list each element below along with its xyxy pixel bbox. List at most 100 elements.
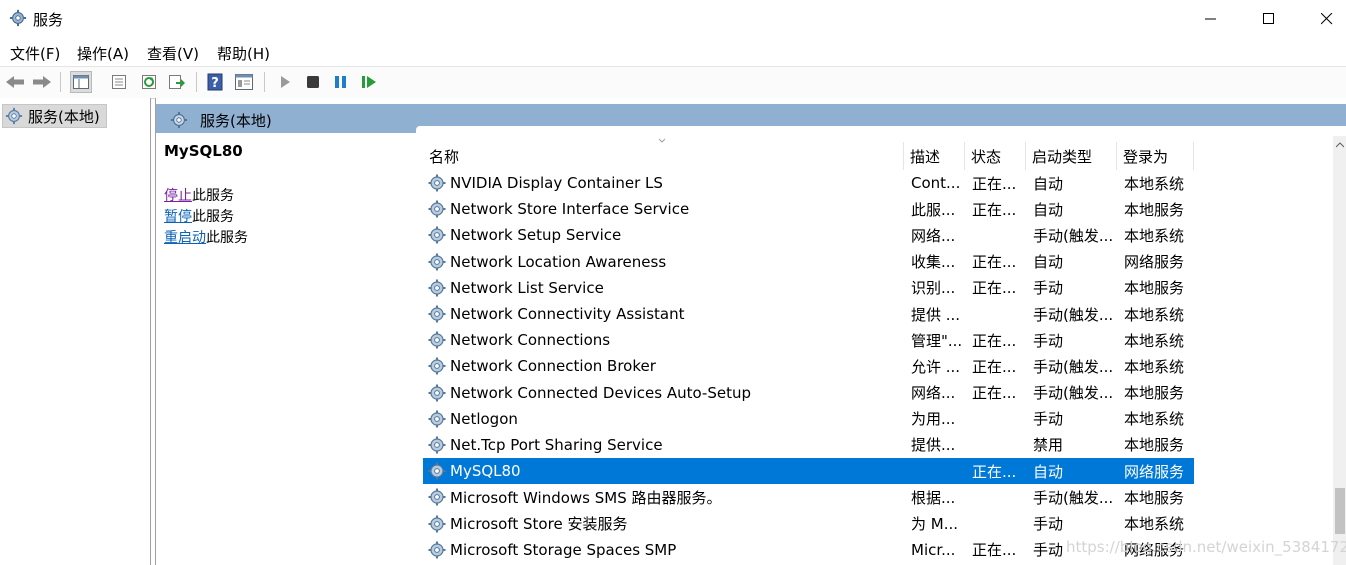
back-button[interactable] <box>4 71 26 93</box>
service-row[interactable]: Network Connections 管理"... 正在... 手动 本地系统 <box>423 327 1194 353</box>
service-row[interactable]: Netlogon 为用... 手动 本地系统 <box>423 406 1194 432</box>
service-description: 管理"... <box>911 331 963 350</box>
column-header-name[interactable]: 名称 <box>423 142 904 170</box>
service-gear-icon <box>427 380 449 406</box>
properties-button[interactable] <box>108 71 130 93</box>
service-row[interactable]: Network Store Interface Service 此服... 正在..… <box>423 196 1194 222</box>
menu-help[interactable]: 帮助(H) <box>217 43 270 64</box>
service-row[interactable]: Network Connected Devices Auto-Setup 网络..… <box>423 380 1194 406</box>
scrollbar-thumb[interactable] <box>1335 488 1345 534</box>
start-service-button[interactable] <box>274 71 296 93</box>
export-button[interactable] <box>166 71 188 93</box>
service-log-on-as: 本地系统 <box>1124 226 1185 245</box>
menu-bar: 文件(F) 操作(A) 查看(V) 帮助(H) <box>0 40 1346 66</box>
service-name: Net.Tcp Port Sharing Service <box>450 435 663 454</box>
menu-file[interactable]: 文件(F) <box>10 43 60 64</box>
action-text: 此服务 <box>192 188 234 204</box>
console-tree: 服务(本地) <box>0 98 151 565</box>
service-name: Network Connected Devices Auto-Setup <box>450 383 751 402</box>
service-row[interactable]: NVIDIA Display Container LS Cont... 正在... 自… <box>423 170 1194 196</box>
service-gear-icon <box>427 406 449 432</box>
column-header-description[interactable]: 描述 <box>904 142 965 170</box>
resume-service-button[interactable] <box>359 71 381 93</box>
service-startup-type: 自动 <box>1033 462 1064 481</box>
service-name: MySQL80 <box>450 462 521 481</box>
export-icon <box>169 75 185 89</box>
menu-action[interactable]: 操作(A) <box>77 43 129 64</box>
service-gear-icon <box>427 327 449 353</box>
help-icon: ? <box>207 73 223 91</box>
service-name: Netlogon <box>450 409 518 428</box>
stop-link[interactable]: 停止 <box>164 188 192 204</box>
pause-service-button[interactable] <box>330 71 352 93</box>
service-row[interactable]: Network Location Awareness 收集... 正在... 自动 网络… <box>423 249 1194 275</box>
pause-service-action: 暂停此服务 <box>164 207 414 228</box>
show-tree-button[interactable] <box>70 71 92 93</box>
service-status: 正在... <box>972 541 1017 560</box>
service-log-on-as: 本地服务 <box>1124 488 1185 507</box>
service-row[interactable]: Microsoft Windows SMS 路由器服务。 根据... 手动(触发..… <box>423 484 1194 510</box>
refresh-button[interactable] <box>138 71 160 93</box>
service-name: Network Connection Broker <box>450 357 656 376</box>
show-tree-icon <box>73 75 89 89</box>
service-status <box>972 510 1028 536</box>
tree-item-label: 服务(本地) <box>28 107 100 126</box>
service-log-on-as: 本地系统 <box>1124 357 1185 376</box>
refresh-icon <box>142 75 156 89</box>
help-button[interactable]: ? <box>204 71 226 93</box>
pause-link[interactable]: 暂停 <box>164 209 192 225</box>
scroll-up-arrow-icon[interactable] <box>1336 142 1344 148</box>
close-button[interactable] <box>1298 0 1346 38</box>
service-status: 正在... <box>972 174 1017 193</box>
service-status: 正在... <box>972 384 1017 403</box>
maximize-button[interactable] <box>1240 0 1298 38</box>
service-log-on-as: 本地服务 <box>1124 436 1185 455</box>
service-gear-icon <box>427 484 449 510</box>
maximize-icon <box>1263 13 1274 24</box>
service-description: Micr... <box>911 540 956 559</box>
service-row[interactable]: Network Connection Broker 允许 ... 正在... 手动(触… <box>423 353 1194 379</box>
selected-service-name: MySQL80 <box>164 142 243 160</box>
service-gear-icon <box>427 510 449 536</box>
service-gear-icon <box>427 170 449 196</box>
service-name: Microsoft Windows SMS 路由器服务。 <box>450 488 722 507</box>
stop-service-button[interactable] <box>302 71 324 93</box>
tree-item-services-local[interactable]: 服务(本地) <box>2 104 107 128</box>
service-row[interactable]: Net.Tcp Port Sharing Service 提供... 禁用 本地服务 <box>423 432 1194 458</box>
service-log-on-as: 本地系统 <box>1124 410 1185 429</box>
service-row[interactable]: Network Connectivity Assistant 提供 ... 手动(触… <box>423 301 1194 327</box>
details-button[interactable] <box>233 71 255 93</box>
service-status: 正在... <box>972 279 1017 298</box>
gear-icon <box>9 9 27 27</box>
service-log-on-as: 网络服务 <box>1124 253 1185 272</box>
service-row[interactable]: Network Setup Service 网络... 手动(触发... 本地系统 <box>423 222 1194 248</box>
service-log-on-as: 本地服务 <box>1124 200 1185 219</box>
column-header-log-on-as[interactable]: 登录为 <box>1117 142 1194 170</box>
action-text: 此服务 <box>192 209 234 225</box>
toolbar: ? <box>0 66 1346 99</box>
forward-button[interactable] <box>31 71 53 93</box>
restart-link[interactable]: 重启动 <box>164 230 206 246</box>
window-title: 服务 <box>33 11 64 29</box>
service-description: 根据... <box>911 488 956 507</box>
service-description: 提供 ... <box>911 305 961 324</box>
service-startup-type: 手动 <box>1033 410 1064 429</box>
service-row[interactable]: MySQL80 正在... 自动 网络服务 <box>423 458 1194 485</box>
minimize-button[interactable] <box>1182 0 1240 38</box>
back-icon <box>6 76 24 88</box>
service-row[interactable]: Microsoft Store 安装服务 为 M... 手动 本地系统 <box>423 510 1194 536</box>
service-description: 此服... <box>911 200 956 219</box>
column-header-status[interactable]: 状态 <box>965 142 1026 170</box>
column-header-startup-type[interactable]: 启动类型 <box>1026 142 1117 170</box>
service-description-panel: MySQL80 停止此服务 暂停此服务 重启动 此服务 <box>164 142 414 249</box>
play-icon <box>281 76 290 88</box>
service-status <box>972 484 1028 510</box>
service-description: 网络... <box>911 384 956 403</box>
service-name: Network Connectivity Assistant <box>450 305 685 324</box>
service-row[interactable]: Network List Service 识别... 正在... 手动 本地服务 <box>423 275 1194 301</box>
menu-view[interactable]: 查看(V) <box>147 43 199 64</box>
service-name: Microsoft Store 安装服务 <box>450 515 628 534</box>
details-icon <box>235 74 253 90</box>
toolbar-divider <box>60 72 61 92</box>
service-startup-type: 自动 <box>1033 174 1064 193</box>
